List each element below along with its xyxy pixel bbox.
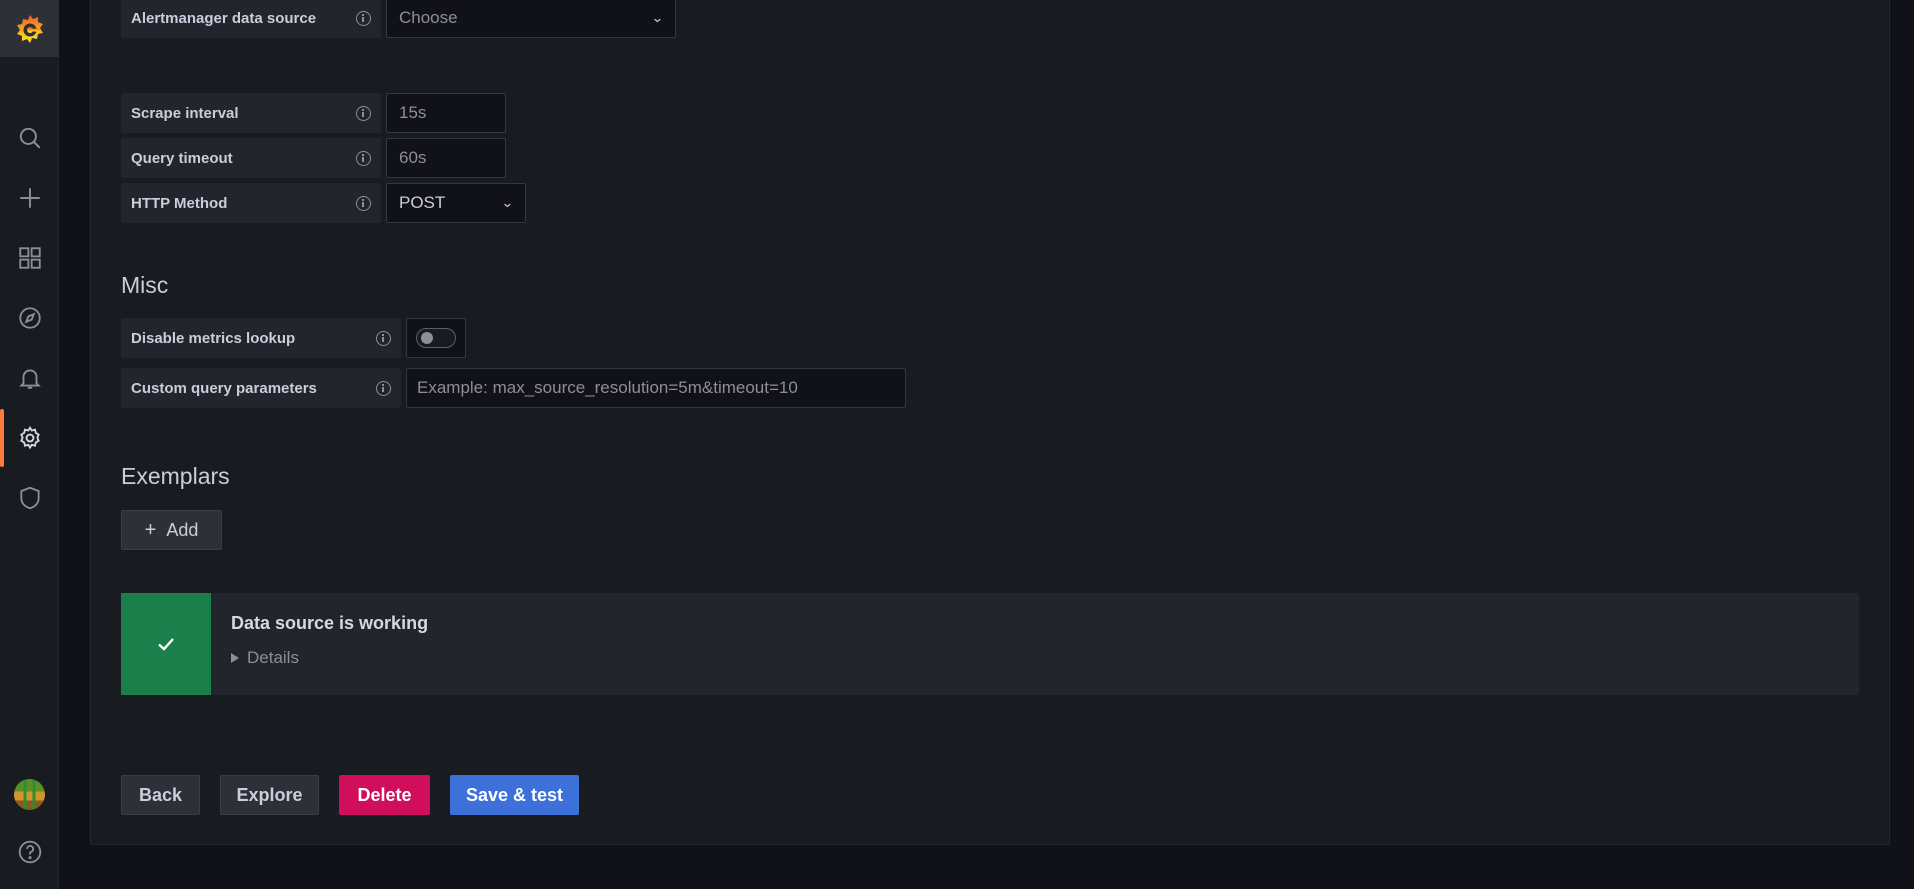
- query-timeout-row: Query timeout 60s: [121, 138, 506, 178]
- caret-right-icon: [231, 653, 239, 663]
- query-timeout-placeholder: 60s: [399, 148, 427, 167]
- avatar[interactable]: [14, 779, 45, 810]
- http-method-select[interactable]: POST ⌄: [386, 183, 526, 223]
- disable-lookup-label-text: Disable metrics lookup: [131, 329, 296, 347]
- http-method-row: HTTP Method POST ⌄: [121, 183, 526, 223]
- info-icon[interactable]: [356, 10, 371, 26]
- scrape-interval-label-text: Scrape interval: [131, 104, 239, 122]
- add-exemplar-button[interactable]: + Add: [121, 510, 222, 550]
- exemplars-title: Exemplars: [121, 463, 230, 489]
- plus-icon[interactable]: [0, 173, 59, 223]
- delete-button[interactable]: Delete: [339, 775, 430, 815]
- disable-lookup-label: Disable metrics lookup: [121, 318, 401, 358]
- query-timeout-input[interactable]: 60s: [386, 138, 506, 178]
- dashboards-icon[interactable]: [0, 233, 59, 283]
- query-timeout-label-text: Query timeout: [131, 149, 233, 167]
- add-exemplar-label: Add: [166, 519, 199, 540]
- scrape-interval-input[interactable]: 15s: [386, 93, 506, 133]
- http-method-label-text: HTTP Method: [131, 194, 228, 212]
- scrape-interval-placeholder: 15s: [399, 103, 427, 122]
- configuration-icon[interactable]: [0, 413, 59, 463]
- custom-params-row: Custom query parameters Example: max_sou…: [121, 368, 906, 408]
- grafana-logo[interactable]: [0, 0, 59, 57]
- info-icon[interactable]: [356, 105, 371, 121]
- explore-button[interactable]: Explore: [220, 775, 319, 815]
- custom-params-placeholder: Example: max_source_resolution=5m&timeou…: [417, 378, 798, 397]
- plus-icon: +: [144, 519, 157, 541]
- check-icon: [121, 593, 211, 695]
- alertmanager-row: Alertmanager data source Choose ⌄: [121, 0, 676, 38]
- side-menu: [0, 0, 59, 889]
- misc-title: Misc: [121, 272, 169, 298]
- info-icon[interactable]: [356, 150, 371, 166]
- disable-lookup-row: Disable metrics lookup: [121, 318, 466, 358]
- info-icon[interactable]: [376, 330, 391, 346]
- grafana-logo-icon: [16, 14, 43, 43]
- http-method-value: POST: [399, 193, 446, 212]
- status-title: Data source is working: [231, 613, 429, 633]
- disable-lookup-toggle[interactable]: [416, 328, 456, 348]
- back-button[interactable]: Back: [121, 775, 200, 815]
- status-details-toggle[interactable]: Details: [231, 648, 428, 668]
- alertmanager-select-value: Choose: [399, 8, 458, 27]
- info-icon[interactable]: [376, 380, 391, 396]
- search-icon[interactable]: [0, 113, 59, 163]
- scrape-interval-label: Scrape interval: [121, 93, 381, 133]
- info-icon[interactable]: [356, 195, 371, 211]
- alertmanager-select[interactable]: Choose ⌄: [386, 0, 676, 38]
- datasource-status-alert: Data source is working Details: [121, 593, 1859, 695]
- scrape-interval-row: Scrape interval 15s: [121, 93, 506, 133]
- explore-icon[interactable]: [0, 293, 59, 343]
- save-test-button[interactable]: Save & test: [450, 775, 579, 815]
- http-method-label: HTTP Method: [121, 183, 381, 223]
- query-timeout-label: Query timeout: [121, 138, 381, 178]
- help-icon[interactable]: [0, 827, 59, 877]
- server-admin-icon[interactable]: [0, 473, 59, 523]
- alerting-icon[interactable]: [0, 353, 59, 403]
- status-details-label: Details: [247, 648, 299, 667]
- custom-params-label-text: Custom query parameters: [131, 379, 317, 397]
- chevron-down-icon: ⌄: [651, 10, 665, 25]
- custom-params-input[interactable]: Example: max_source_resolution=5m&timeou…: [406, 368, 906, 408]
- disable-lookup-toggle-wrap: [406, 318, 466, 358]
- alertmanager-label: Alertmanager data source: [121, 0, 381, 38]
- chevron-down-icon: ⌄: [501, 195, 515, 210]
- custom-params-label: Custom query parameters: [121, 368, 401, 408]
- alertmanager-label-text: Alertmanager data source: [131, 9, 317, 27]
